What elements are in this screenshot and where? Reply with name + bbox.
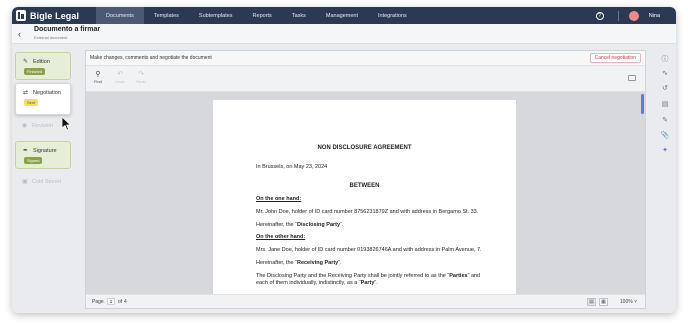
party1-text: Mr. John Doe, holder of ID card number 8… xyxy=(256,209,479,215)
nav-templates[interactable]: Templates xyxy=(144,7,189,24)
document-page[interactable]: NON DISCLOSURE AGREEMENT In Brussels, on… xyxy=(213,100,516,294)
redo-icon: ↷ xyxy=(138,71,144,78)
nav-subtemplates[interactable]: Subtemplates xyxy=(189,7,243,24)
stage-label: Revision xyxy=(32,123,54,129)
page-of-label: of xyxy=(118,299,123,305)
app-window: Bigle Legal Documents Templates Subtempl… xyxy=(12,7,676,313)
stage-label: Cold Stored xyxy=(32,179,62,185)
undo-icon: ↶ xyxy=(117,71,123,78)
find-label: Find xyxy=(94,79,102,84)
status-badge: Sent xyxy=(24,99,39,106)
negotiation-icon: ⇄ xyxy=(23,90,29,96)
stage-negotiation[interactable]: ⇄ Negotiation Sent xyxy=(15,83,71,115)
status-badge: Signed xyxy=(24,157,43,164)
attachment-icon[interactable]: 📎 xyxy=(659,131,671,139)
stage-label: Edition xyxy=(33,59,50,65)
help-icon[interactable]: ? xyxy=(595,11,604,20)
page-label: Page xyxy=(92,299,104,305)
document-viewport[interactable]: NON DISCLOSURE AGREEMENT In Brussels, on… xyxy=(86,92,645,294)
document-header: ‹ Documento a firmar External document xyxy=(12,24,676,44)
editor-panel: Make changes, comments and negotiate the… xyxy=(85,50,646,309)
panel-toggle-icon[interactable] xyxy=(628,75,636,81)
redo-label: Redo xyxy=(136,79,146,84)
signature-icon: ✒ xyxy=(23,148,29,154)
nav-reports[interactable]: Reports xyxy=(243,7,282,24)
ai-sparkle-icon[interactable]: ✦ xyxy=(659,146,671,154)
page-title: Documento a firmar xyxy=(34,26,101,33)
search-icon: ⚲ xyxy=(95,71,101,78)
history-icon[interactable]: ↺ xyxy=(659,84,671,92)
nav-management[interactable]: Management xyxy=(316,7,368,24)
stage-signature[interactable]: ✒ Signature Signed xyxy=(15,141,71,169)
nav-divider xyxy=(617,10,619,21)
avatar[interactable] xyxy=(628,10,639,21)
grid-view-icon[interactable]: ▦ xyxy=(599,298,608,306)
document-between: BETWEEN xyxy=(349,183,380,189)
top-navigation: Bigle Legal Documents Templates Subtempl… xyxy=(12,7,676,24)
joint-definition-line1: The Disclosing Party and the Receiving P… xyxy=(256,273,481,279)
other-hand-heading: On the other hand: xyxy=(256,234,306,240)
page-subtitle: External document xyxy=(34,35,68,40)
brand-logo[interactable]: Bigle Legal xyxy=(16,10,96,21)
mouse-pointer-icon xyxy=(61,116,72,136)
back-arrow-icon[interactable]: ‹ xyxy=(18,29,21,39)
banner-text: Make changes, comments and negotiate the… xyxy=(90,55,212,61)
find-button[interactable]: ⚲ Find xyxy=(91,70,105,84)
editor-toolbar: ⚲ Find ↶ Undo ↷ Redo xyxy=(86,66,645,92)
nav-right: ? Nina xyxy=(595,7,660,24)
activity-icon[interactable]: ∿ xyxy=(659,69,671,77)
cancel-negotiation-button[interactable]: Cancel negotiation xyxy=(589,53,641,63)
page-total: 4 xyxy=(124,299,127,305)
brand-name: Bigle Legal xyxy=(30,10,80,21)
document-place-date: In Brussels, on May 23, 2024 xyxy=(256,164,328,170)
zoom-select[interactable]: 100% ˅ xyxy=(620,299,637,305)
single-page-view-icon[interactable]: ▤ xyxy=(587,298,596,306)
undo-label: Undo xyxy=(115,79,125,84)
redo-button[interactable]: ↷ Redo xyxy=(134,70,148,84)
nav-integrations[interactable]: Integrations xyxy=(368,7,417,24)
scrollbar-thumb[interactable] xyxy=(641,94,644,114)
nav-menu: Documents Templates Subtemplates Reports… xyxy=(96,7,417,24)
zoom-value: 100% xyxy=(619,299,633,305)
edit-icon: ✎ xyxy=(23,59,29,65)
info-icon[interactable]: ⓘ xyxy=(659,54,671,64)
nav-tasks[interactable]: Tasks xyxy=(282,7,316,24)
joint-definition-line2: each of them individually, indistinctly,… xyxy=(256,280,378,286)
comments-icon[interactable]: ▤ xyxy=(659,100,671,108)
nav-documents[interactable]: Documents xyxy=(96,7,144,24)
document-title: NON DISCLOSURE AGREEMENT xyxy=(317,145,412,151)
negotiation-banner: Make changes, comments and negotiate the… xyxy=(86,51,645,66)
revision-icon: ◉ xyxy=(22,123,28,129)
stage-label: Negotiation xyxy=(33,90,61,96)
stage-cold-stored[interactable]: ▣ Cold Stored xyxy=(15,174,71,190)
editor-footer: Page 1 of 4 ▤ ▦ 100% ˅ xyxy=(86,294,645,308)
undo-button[interactable]: ↶ Undo xyxy=(113,70,127,84)
stage-edition[interactable]: ✎ Edition Finished xyxy=(15,52,71,80)
archive-icon: ▣ xyxy=(22,179,28,185)
user-name[interactable]: Nina xyxy=(649,13,660,19)
party2-text: Mrs. Jane Doe, holder of ID card number … xyxy=(256,247,482,253)
notes-icon[interactable]: ✎ xyxy=(659,116,671,124)
status-badge: Finished xyxy=(24,68,46,75)
logo-mark-icon xyxy=(16,10,26,21)
party1-reference: Hereinafter, the “Disclosing Party”. xyxy=(256,222,344,228)
stage-label: Signature xyxy=(33,148,57,154)
one-hand-heading: On the one hand: xyxy=(256,196,302,202)
party2-reference: Hereinafter, the “Receiving Party”. xyxy=(256,260,342,266)
page-number-input[interactable]: 1 xyxy=(107,298,115,305)
